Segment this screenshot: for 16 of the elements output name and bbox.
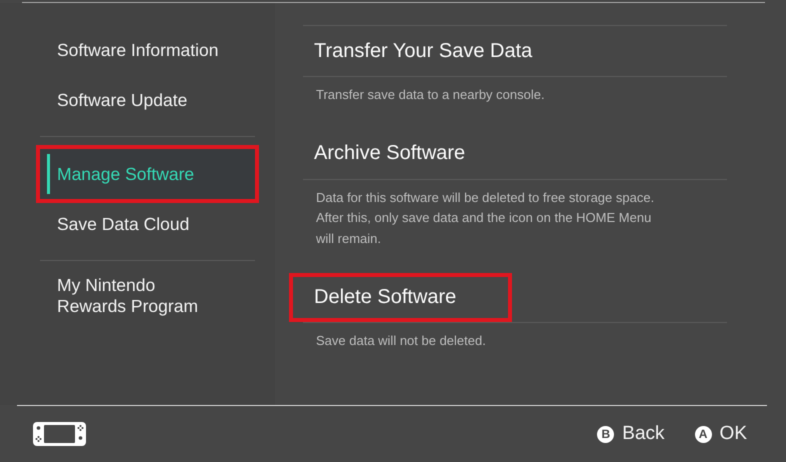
option-description: Data for this software will be deleted to free storage space. After this, only save data and the icon on the HOME Menu will remain.: [316, 190, 654, 246]
footer-hint[interactable]: OK: [720, 423, 747, 445]
option-title[interactable]: Archive Software: [314, 142, 466, 165]
option-description: Save data will not be deleted.: [316, 333, 486, 348]
option-description: Transfer save data to a nearby console.: [316, 87, 545, 102]
option-title[interactable]: Delete Software: [314, 286, 456, 308]
sidebar-item[interactable]: Software Information: [40, 25, 255, 75]
button-glyph: A: [694, 426, 712, 442]
option-title[interactable]: Transfer Your Save Data: [314, 40, 532, 62]
sidebar-item[interactable]: My Nintendo Rewards Program: [40, 273, 255, 319]
button-glyph: B: [597, 426, 614, 442]
console-icon: [33, 422, 86, 446]
selection-bar: [47, 154, 50, 194]
sidebar-item[interactable]: Save Data Cloud: [40, 199, 255, 249]
footer-hint[interactable]: Back: [622, 423, 665, 445]
sidebar-item[interactable]: Software Update: [40, 75, 255, 125]
